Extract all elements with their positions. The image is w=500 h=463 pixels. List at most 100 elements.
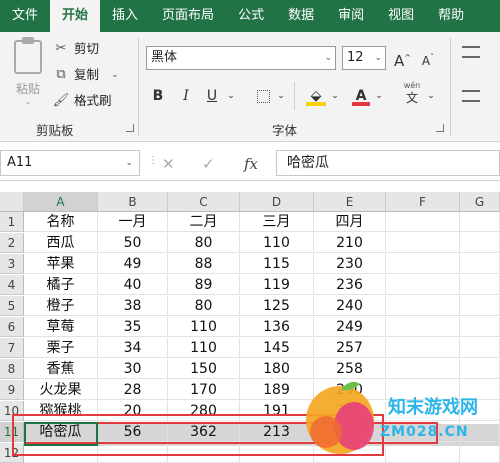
cell-a8[interactable]: 香蕉 xyxy=(24,359,98,379)
tab-home[interactable]: 开始 xyxy=(50,0,101,32)
chevron-down-icon[interactable]: ⌄ xyxy=(111,64,119,86)
cell-c6[interactable]: 110 xyxy=(168,317,240,337)
tab-data[interactable]: 数据 xyxy=(276,0,326,32)
row-header-8[interactable]: 8 xyxy=(0,359,24,379)
cell-c4[interactable]: 89 xyxy=(168,275,240,295)
cell-c9[interactable]: 170 xyxy=(168,380,240,400)
cell-a3[interactable]: 苹果 xyxy=(24,254,98,274)
cell-b5[interactable]: 38 xyxy=(98,296,168,316)
cell-g7[interactable] xyxy=(460,338,500,358)
row-header-9[interactable]: 9 xyxy=(0,380,24,400)
tab-review[interactable]: 审阅 xyxy=(326,0,376,32)
tab-help[interactable]: 帮助 xyxy=(426,0,476,32)
cell-c8[interactable]: 150 xyxy=(168,359,240,379)
underline-button[interactable]: U xyxy=(204,84,220,108)
col-header-a[interactable]: A xyxy=(24,192,98,212)
font-launcher-icon[interactable] xyxy=(436,124,444,132)
cell-g2[interactable] xyxy=(460,233,500,253)
border-button[interactable] xyxy=(254,84,272,108)
cell-d6[interactable]: 136 xyxy=(240,317,314,337)
cell-f1[interactable] xyxy=(386,212,460,232)
cell-a9[interactable]: 火龙果 xyxy=(24,380,98,400)
col-header-g[interactable]: G xyxy=(460,192,500,212)
copy-button[interactable]: ⧉ 复制 ⌄ xyxy=(52,64,119,86)
row-header-5[interactable]: 5 xyxy=(0,296,24,316)
cell-a7[interactable]: 栗子 xyxy=(24,338,98,358)
cell-e5[interactable]: 240 xyxy=(314,296,386,316)
cell-a2[interactable]: 西瓜 xyxy=(24,233,98,253)
cell-b8[interactable]: 30 xyxy=(98,359,168,379)
clipboard-launcher-icon[interactable] xyxy=(126,124,134,132)
cell-e4[interactable]: 236 xyxy=(314,275,386,295)
cell-b3[interactable]: 49 xyxy=(98,254,168,274)
cell-b7[interactable]: 34 xyxy=(98,338,168,358)
cell-d4[interactable]: 119 xyxy=(240,275,314,295)
cell-d1[interactable]: 三月 xyxy=(240,212,314,232)
formula-input[interactable]: 哈密瓜 xyxy=(276,150,500,176)
row-header-3[interactable]: 3 xyxy=(0,254,24,274)
cell-c3[interactable]: 88 xyxy=(168,254,240,274)
cell-d3[interactable]: 115 xyxy=(240,254,314,274)
cell-f3[interactable] xyxy=(386,254,460,274)
tab-view[interactable]: 视图 xyxy=(376,0,426,32)
cell-e2[interactable]: 210 xyxy=(314,233,386,253)
tab-file[interactable]: 文件 xyxy=(0,0,50,32)
cut-button[interactable]: ✂ 剪切 xyxy=(52,38,99,60)
select-all-corner[interactable] xyxy=(0,192,24,212)
row-header-2[interactable]: 2 xyxy=(0,233,24,253)
chevron-down-icon[interactable]: ⌄ xyxy=(374,84,384,108)
cell-a1[interactable]: 名称 xyxy=(24,212,98,232)
col-header-d[interactable]: D xyxy=(240,192,314,212)
insert-function-button[interactable]: fx xyxy=(244,155,258,173)
row-header-6[interactable]: 6 xyxy=(0,317,24,337)
format-painter-button[interactable]: 🖌 格式刷 xyxy=(52,90,112,112)
chevron-down-icon[interactable]: ⌄ xyxy=(226,84,236,108)
row-header-7[interactable]: 7 xyxy=(0,338,24,358)
align-left-icon[interactable] xyxy=(462,90,480,102)
cell-f2[interactable] xyxy=(386,233,460,253)
cell-f4[interactable] xyxy=(386,275,460,295)
cell-b2[interactable]: 50 xyxy=(98,233,168,253)
cell-a5[interactable]: 橙子 xyxy=(24,296,98,316)
cell-g8[interactable] xyxy=(460,359,500,379)
cell-e7[interactable]: 257 xyxy=(314,338,386,358)
cell-e1[interactable]: 四月 xyxy=(314,212,386,232)
chevron-down-icon[interactable]: ⌄ xyxy=(276,84,286,108)
phonetic-button[interactable]: wén 文 xyxy=(400,80,424,104)
paste-button[interactable]: 粘贴 ⌄ xyxy=(10,37,46,110)
cell-g1[interactable] xyxy=(460,212,500,232)
cell-f12[interactable] xyxy=(386,443,460,463)
cell-c5[interactable]: 80 xyxy=(168,296,240,316)
cell-b1[interactable]: 一月 xyxy=(98,212,168,232)
tab-page-layout[interactable]: 页面布局 xyxy=(150,0,226,32)
cell-g6[interactable] xyxy=(460,317,500,337)
cell-d7[interactable]: 145 xyxy=(240,338,314,358)
cell-f8[interactable] xyxy=(386,359,460,379)
cell-c1[interactable]: 二月 xyxy=(168,212,240,232)
cell-c2[interactable]: 80 xyxy=(168,233,240,253)
cell-g12[interactable] xyxy=(460,443,500,463)
cell-f6[interactable] xyxy=(386,317,460,337)
cell-d5[interactable]: 125 xyxy=(240,296,314,316)
col-header-b[interactable]: B xyxy=(98,192,168,212)
tab-insert[interactable]: 插入 xyxy=(100,0,150,32)
row-header-1[interactable]: 1 xyxy=(0,212,24,232)
cell-e3[interactable]: 230 xyxy=(314,254,386,274)
decrease-font-size-button[interactable]: Aˇ xyxy=(420,46,436,70)
cell-b9[interactable]: 28 xyxy=(98,380,168,400)
cell-d8[interactable]: 180 xyxy=(240,359,314,379)
cell-g5[interactable] xyxy=(460,296,500,316)
cell-e8[interactable]: 258 xyxy=(314,359,386,379)
cell-a4[interactable]: 橘子 xyxy=(24,275,98,295)
tab-formulas[interactable]: 公式 xyxy=(226,0,276,32)
cell-b6[interactable]: 35 xyxy=(98,317,168,337)
row-header-4[interactable]: 4 xyxy=(0,275,24,295)
align-top-icon[interactable] xyxy=(462,46,480,58)
chevron-down-icon[interactable]: ⌄ xyxy=(330,84,340,108)
increase-font-size-button[interactable]: A^ xyxy=(394,46,411,70)
cell-c7[interactable]: 110 xyxy=(168,338,240,358)
chevron-down-icon[interactable]: ⌄ xyxy=(426,84,436,108)
col-header-f[interactable]: F xyxy=(386,192,460,212)
font-size-select[interactable]: 12 ⌄ xyxy=(342,46,386,70)
font-name-select[interactable]: 黑体 ⌄ xyxy=(146,46,336,70)
